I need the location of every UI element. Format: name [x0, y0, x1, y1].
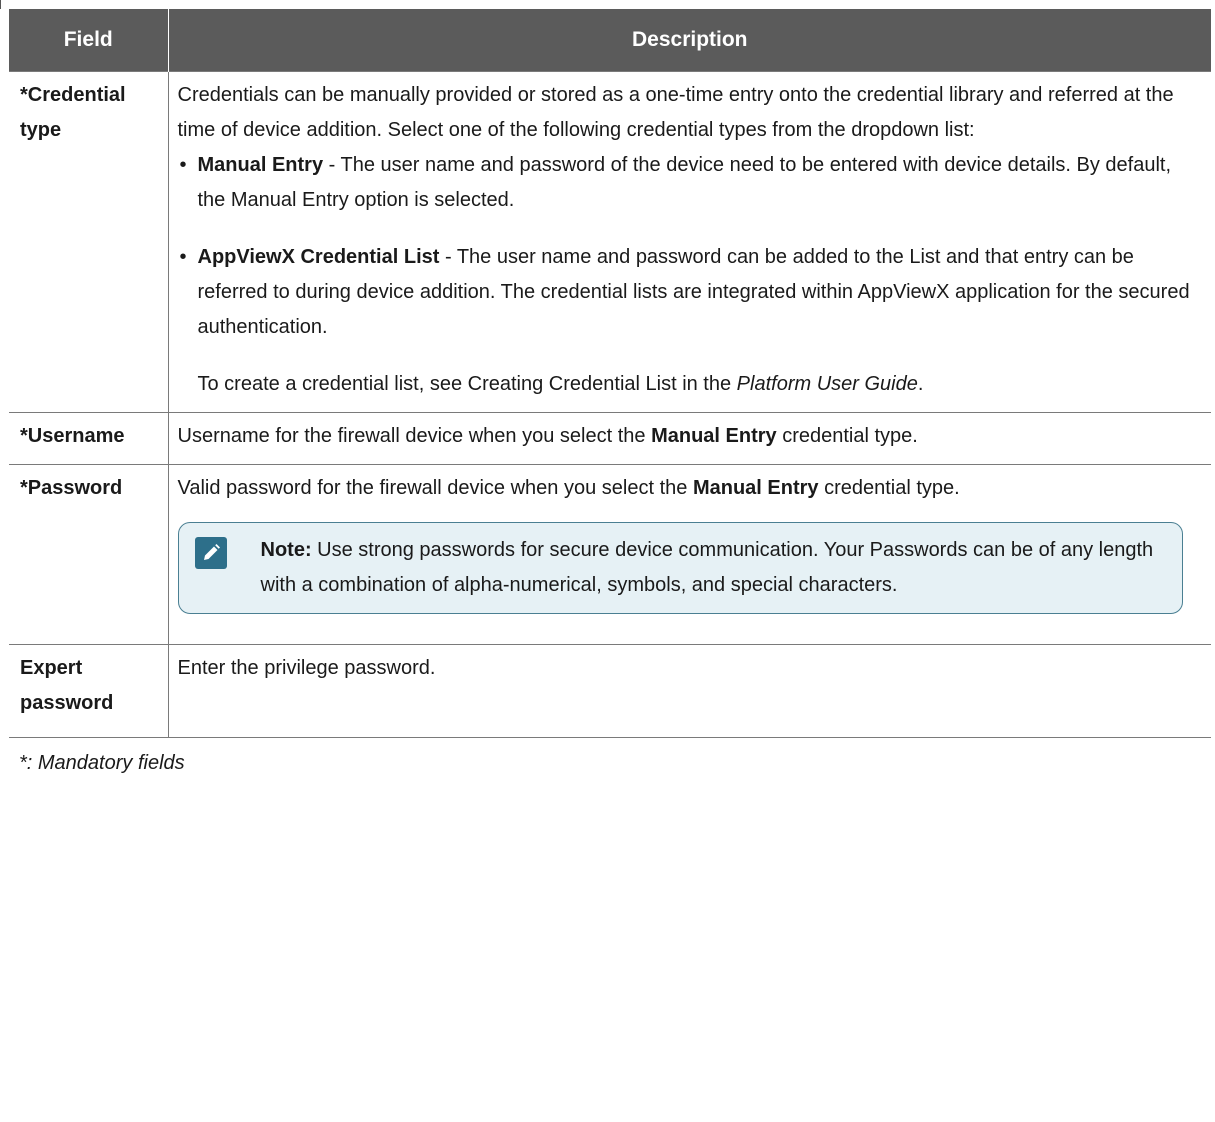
field-name-expert-password: Expert password [9, 644, 169, 738]
bullet-icon: • [179, 246, 187, 268]
password-manual-entry: Manual Entry [692, 477, 819, 499]
note-body: Use strong passwords for secure device c… [260, 539, 1154, 596]
note-label: Note: [260, 539, 312, 561]
top-border-strip [0, 0, 1215, 9]
field-name-username: *Username [9, 412, 169, 465]
description-expert-password: Enter the privilege password. [168, 644, 1211, 738]
list-item-manual-entry: • Manual Entry - The user name and passwo… [178, 148, 1202, 218]
username-text-prefix: Username for the firewall device when yo… [177, 425, 652, 447]
create-credential-list-note: To create a credential list, see Creatin… [178, 367, 1202, 402]
manual-entry-text: - The user name and password of the devi… [197, 154, 1172, 211]
password-text-suffix: credential type. [818, 477, 960, 499]
header-row: Field Description [9, 9, 1211, 72]
appviewx-label: AppViewX Credential List [197, 246, 440, 268]
pencil-icon [194, 537, 227, 569]
mandatory-fields-note: *: Mandatory fields [9, 737, 1211, 791]
credential-type-intro: Credentials can be manually provided or … [177, 84, 1174, 141]
field-name-credential-type: *Credential type [9, 71, 169, 413]
list-item-appviewx-credential-list: • AppViewX Credential List - The user nam… [178, 240, 1202, 345]
field-name-password: *Password [9, 464, 169, 645]
header-field: Field [9, 9, 168, 72]
password-text-prefix: Valid password for the firewall device w… [177, 477, 693, 499]
password-description: Valid password for the firewall device w… [178, 471, 1202, 506]
note-text: Note: Use strong passwords for secure de… [261, 533, 1158, 603]
field-description-table: Field Description *Credential type Crede… [9, 9, 1211, 791]
note-callout: Note: Use strong passwords for secure de… [177, 522, 1183, 614]
table-row-username: *Username Username for the firewall devi… [9, 412, 1211, 465]
table-row-password: *Password Valid password for the firewal… [9, 464, 1211, 645]
table-footer-row: *: Mandatory fields [9, 737, 1211, 791]
table-row-expert-password: Expert password Enter the privilege pass… [9, 644, 1211, 738]
create-list-prefix: To create a credential list, see Creatin… [197, 373, 737, 395]
username-manual-entry: Manual Entry [651, 425, 777, 447]
description-username: Username for the firewall device when yo… [168, 412, 1211, 465]
table-row-credential-type: *Credential type Credentials can be manu… [9, 71, 1211, 413]
platform-user-guide-ref: Platform User Guide [736, 373, 918, 395]
description-password: Valid password for the firewall device w… [168, 464, 1211, 645]
description-credential-type: Credentials can be manually provided or … [168, 71, 1211, 413]
bullet-icon: • [179, 154, 187, 176]
username-text-suffix: credential type. [776, 425, 918, 447]
manual-entry-label: Manual Entry [197, 154, 324, 176]
header-description: Description [167, 9, 1211, 72]
create-list-suffix: . [917, 373, 924, 395]
